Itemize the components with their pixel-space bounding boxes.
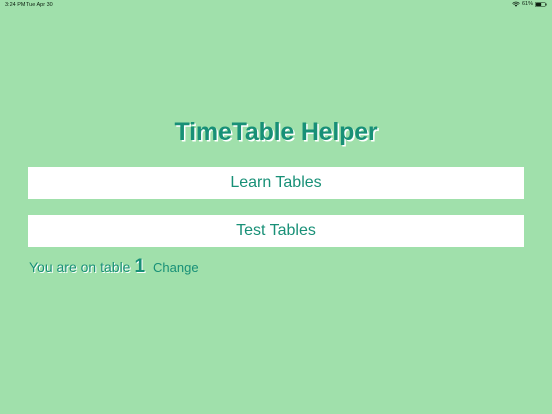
status-bar: 3:24 PM Tue Apr 30 61% xyxy=(0,0,552,10)
current-table-label: You are on table xyxy=(29,259,131,275)
test-tables-button[interactable]: Test Tables xyxy=(28,215,524,247)
current-table-number: 1 xyxy=(134,256,146,277)
current-table-row: You are on table 1 Change xyxy=(29,256,199,278)
learn-tables-button[interactable]: Learn Tables xyxy=(28,167,524,199)
status-time: 3:24 PM xyxy=(5,2,26,8)
status-indicators: 61% xyxy=(512,1,547,7)
battery-icon xyxy=(535,1,547,7)
app-title: TimeTable Helper xyxy=(174,118,378,146)
status-date: Tue Apr 30 xyxy=(26,2,53,8)
change-table-link[interactable]: Change xyxy=(153,260,199,275)
battery-percent: 61% xyxy=(521,1,533,7)
wifi-icon xyxy=(512,1,520,7)
